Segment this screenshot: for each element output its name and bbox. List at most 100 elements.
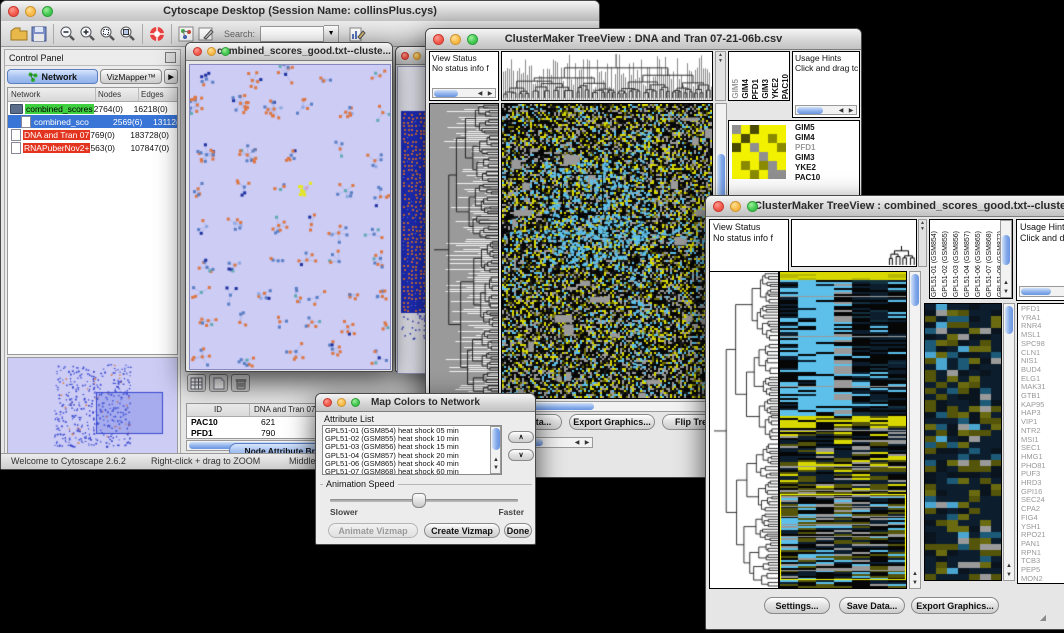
network-settings-icon[interactable] (176, 24, 196, 44)
row-label[interactable]: GIM4 (795, 133, 820, 143)
float-panel-icon[interactable] (165, 52, 176, 63)
network-list-row[interactable]: combined_sco 2569(6) 13112(15) (8, 115, 177, 128)
column-label[interactable]: GPL51-02 (GSM855) (942, 231, 953, 297)
resize-grip[interactable]: ◢ (1040, 613, 1046, 622)
row-label[interactable]: GIM3 (795, 153, 820, 163)
animate-vizmap-button[interactable]: Animate Vizmap (328, 523, 418, 538)
column-label[interactable]: GPL51-03 (GSM856) (953, 231, 964, 297)
scroll-up-icon[interactable]: ▲ (1001, 280, 1011, 287)
move-attribute-down-button[interactable]: ∨ (508, 449, 534, 461)
zoom-heatmap-canvas[interactable] (925, 304, 1001, 580)
scroll-left-icon[interactable]: ◀ (836, 108, 846, 115)
minimize-button[interactable] (413, 52, 421, 60)
tv2-usage-hscrollbar[interactable] (1019, 286, 1064, 297)
gene-label[interactable]: MON2 (1021, 575, 1064, 584)
create-vizmap-button[interactable]: Create Vizmap (424, 523, 500, 538)
scroll-right-icon[interactable]: ▶ (582, 440, 592, 447)
column-label[interactable]: PAC10 (781, 74, 790, 99)
zoom-button[interactable] (221, 47, 230, 56)
network1-titlebar[interactable]: combined_scores_good.txt--cluste... (186, 43, 392, 61)
column-label[interactable]: GPL51-06 (GSM865) (975, 231, 986, 297)
scroll-right-icon[interactable]: ▶ (846, 108, 856, 115)
network-list-header[interactable]: Network Nodes Edges (8, 88, 177, 102)
treeview2-titlebar[interactable]: ClusterMaker TreeView : combined_scores_… (706, 196, 1064, 217)
attribute-list-vscrollbar[interactable]: ▲ ▼ (490, 426, 501, 474)
row-label[interactable]: PFD1 (795, 143, 820, 153)
help-lifesaver-icon[interactable] (147, 24, 167, 44)
close-button[interactable] (401, 52, 409, 60)
zoom-button[interactable] (747, 201, 758, 212)
zoom-out-icon[interactable] (58, 24, 78, 44)
scroll-down-icon[interactable]: ▼ (1004, 572, 1014, 579)
global-heatmap-canvas[interactable] (502, 104, 712, 398)
tv2-detail-vscrollbar[interactable]: ▲ ▼ (1003, 303, 1015, 581)
table-col-id[interactable]: ID (187, 404, 250, 416)
dialog-titlebar[interactable]: Map Colors to Network (316, 394, 535, 412)
zoom-button[interactable] (351, 398, 360, 407)
tv2-labels-vscrollbar[interactable]: ▲ ▼ (1000, 220, 1012, 298)
zoom-button[interactable] (467, 34, 478, 45)
treeview1-titlebar[interactable]: ClusterMaker TreeView : DNA and Tran 07-… (426, 29, 861, 50)
speed-slider-thumb[interactable] (412, 493, 426, 508)
network-view-canvas[interactable] (189, 64, 391, 370)
network-list-row[interactable]: RNAPuberNov2+ 563(0) 107847(0) (8, 141, 177, 154)
minimize-button[interactable] (337, 398, 346, 407)
close-button[interactable] (713, 201, 724, 212)
global-heatmap-canvas[interactable] (780, 272, 906, 588)
row-label[interactable]: YKE2 (795, 163, 820, 173)
row-label[interactable]: PAC10 (795, 173, 820, 183)
row-dendrogram-canvas[interactable] (430, 104, 498, 398)
zoom-selected-icon[interactable] (98, 24, 118, 44)
zoom-heatmap-canvas[interactable] (732, 125, 786, 179)
close-button[interactable] (8, 6, 19, 17)
network-list-row[interactable]: combined_scores 2764(0) 16218(0) (8, 102, 177, 115)
save-icon[interactable] (29, 24, 49, 44)
column-label[interactable]: GPL51-01 (GSM854) (931, 231, 942, 297)
row-dendrogram-canvas[interactable] (710, 272, 778, 588)
search-input[interactable] (260, 26, 324, 42)
column-label[interactable]: GPL51-07 (GSM868) (986, 231, 997, 297)
annotation-icon[interactable] (196, 24, 216, 44)
new-attribute-icon[interactable] (209, 374, 228, 392)
column-label[interactable]: GIM3 (761, 79, 771, 99)
birdseye-view-canvas[interactable] (8, 358, 177, 453)
column-label[interactable]: YKE2 (771, 78, 781, 99)
column-label[interactable]: PFD1 (751, 79, 761, 99)
cytoscape-titlebar[interactable]: Cytoscape Desktop (Session Name: collins… (1, 1, 599, 22)
minimize-button[interactable] (730, 201, 741, 212)
scroll-left-icon[interactable]: ◀ (572, 440, 582, 447)
move-attribute-up-button[interactable]: ∧ (508, 431, 534, 443)
close-button[interactable] (323, 398, 332, 407)
zoom-in-icon[interactable] (78, 24, 98, 44)
minimize-button[interactable] (207, 47, 216, 56)
scroll-down-icon[interactable]: ▼ (910, 580, 920, 587)
attribute-item[interactable]: GPL51-07 (GSM868) heat shock 60 min (325, 468, 501, 475)
tv2-save-data-button[interactable]: Save Data... (839, 597, 905, 614)
tab-network[interactable]: Network (7, 69, 98, 84)
close-button[interactable] (193, 47, 202, 56)
tv1-status-hscrollbar[interactable]: ◀ ▶ (432, 88, 496, 98)
close-button[interactable] (433, 34, 444, 45)
tv1-export-graphics-button[interactable]: Export Graphics... (569, 414, 655, 430)
scroll-right-icon[interactable]: ▶ (485, 91, 495, 98)
tv2-heatmap-vscrollbar[interactable]: ▲ ▼ (909, 271, 921, 589)
done-button[interactable]: Done (504, 523, 532, 538)
network-list-row[interactable]: DNA and Tran 07 769(0) 183728(0) (8, 128, 177, 141)
zoom-fit-icon[interactable] (118, 24, 138, 44)
scroll-left-icon[interactable]: ◀ (475, 91, 485, 98)
column-dendrogram-canvas[interactable] (792, 220, 916, 266)
tv1-usage-hscrollbar[interactable]: ◀ ▶ (795, 105, 857, 115)
scroll-up-icon[interactable]: ▲ (910, 571, 920, 578)
column-label[interactable]: GIM5 (731, 79, 741, 99)
tv2-export-graphics-button[interactable]: Export Graphics... (911, 597, 999, 614)
search-dropdown-button[interactable]: ▼ (324, 25, 339, 43)
row-label[interactable]: GIM5 (795, 123, 820, 133)
scroll-up-icon[interactable]: ▲ (491, 457, 501, 464)
tab-overflow-button[interactable]: ▶ (164, 69, 178, 84)
column-label[interactable]: GIM4 (741, 79, 751, 99)
attribute-browser-icon[interactable] (347, 24, 367, 44)
tab-vizmapper[interactable]: VizMapper™ (100, 69, 162, 84)
zoom-button[interactable] (42, 6, 53, 17)
column-label[interactable]: GPL51-04 (GSM857) (964, 231, 975, 297)
scroll-up-icon[interactable]: ▲ (1004, 563, 1014, 570)
